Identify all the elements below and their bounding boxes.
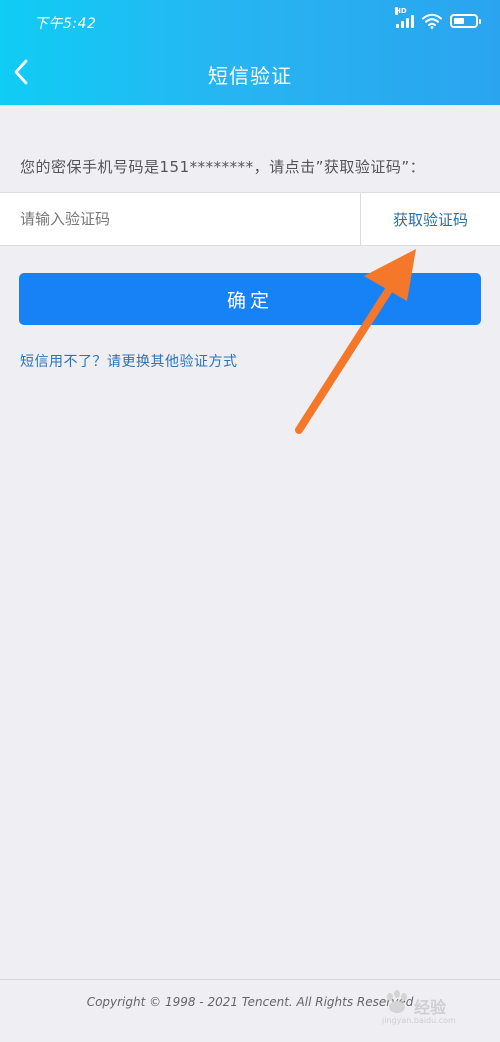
status-time: 下午5:42 — [34, 16, 97, 32]
status-bar: 下午5:42 HD — [0, 0, 500, 44]
battery-icon — [450, 14, 481, 28]
verification-row: 获取验证码 — [0, 192, 500, 246]
footer-divider — [0, 979, 500, 980]
change-verification-method-link[interactable]: 短信用不了？请更换其他验证方式 — [20, 351, 238, 371]
status-icons: HD — [395, 7, 481, 32]
header-bar: 下午5:42 HD 短信验证 — [0, 0, 500, 105]
verification-code-input[interactable] — [0, 193, 360, 245]
battery-level — [454, 18, 464, 24]
network-label: HD — [395, 7, 407, 15]
baidu-jingyan-watermark: 经验 jingyan.baidu.com — [380, 990, 490, 1030]
watermark-brand: 经验 — [414, 998, 447, 1017]
phone-prompt-text: 您的密保手机号码是151********，请点击”获取验证码”： — [20, 158, 426, 176]
get-code-button[interactable]: 获取验证码 — [360, 193, 500, 245]
signal-icon: HD — [395, 7, 414, 28]
confirm-button[interactable]: 确定 — [19, 273, 481, 325]
wifi-icon — [422, 13, 442, 29]
page-title: 短信验证 — [208, 64, 292, 88]
watermark-url: jingyan.baidu.com — [382, 1016, 456, 1025]
paw-icon — [387, 990, 407, 1013]
